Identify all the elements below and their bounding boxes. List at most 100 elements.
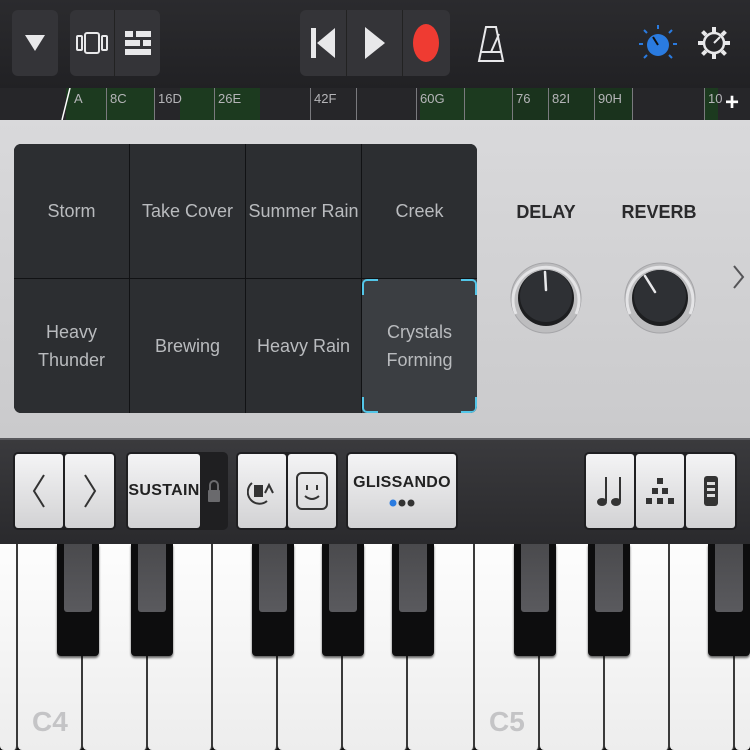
black-key-a-sharp-4[interactable] bbox=[392, 544, 434, 656]
octave-down-button[interactable] bbox=[15, 454, 63, 528]
black-key-f-sharp-5[interactable] bbox=[708, 544, 750, 656]
ruler-tick bbox=[214, 88, 215, 120]
black-key-c-sharp-5[interactable] bbox=[514, 544, 556, 656]
next-panel-chevron-icon[interactable] bbox=[729, 262, 747, 292]
ruler-tick bbox=[154, 88, 155, 120]
ruler-tick bbox=[356, 88, 357, 120]
black-key-g-sharp-4[interactable] bbox=[322, 544, 364, 656]
tracks-button-group bbox=[12, 10, 58, 76]
pad-label: Take Cover bbox=[141, 201, 234, 221]
delay-label: DELAY bbox=[516, 202, 576, 222]
glissando-button[interactable]: GLISSANDO bbox=[348, 454, 456, 528]
black-key-c-sharp-4[interactable] bbox=[57, 544, 99, 656]
tracks-view-button[interactable] bbox=[12, 10, 58, 76]
black-key-f-sharp-4[interactable] bbox=[252, 544, 294, 656]
ruler-label: 60G bbox=[420, 91, 445, 106]
sustain-button[interactable]: SUSTAIN bbox=[128, 454, 200, 528]
rewind-to-start-icon bbox=[311, 28, 335, 58]
settings-button[interactable] bbox=[696, 20, 732, 66]
pad-label: Brewing bbox=[154, 336, 221, 356]
pad-label: Creek bbox=[395, 201, 444, 221]
velocity-button[interactable] bbox=[686, 454, 735, 528]
pad-take-cover[interactable]: Take Cover bbox=[130, 144, 245, 278]
triangle-down-icon bbox=[25, 35, 45, 51]
lock-icon bbox=[208, 480, 220, 502]
view-button-group bbox=[70, 10, 160, 76]
track-view-icon bbox=[76, 32, 108, 54]
ruler-tick bbox=[416, 88, 417, 120]
keyboard-scale-button[interactable] bbox=[288, 454, 336, 528]
pad-creek[interactable]: Creek bbox=[362, 144, 477, 278]
pad-label: Heavy Rain bbox=[256, 336, 351, 356]
glissando-label: GLISSANDO bbox=[353, 474, 451, 491]
add-section-button[interactable]: + bbox=[720, 90, 744, 116]
playhead[interactable] bbox=[60, 88, 74, 120]
black-key-d-sharp-4[interactable] bbox=[131, 544, 173, 656]
ruler-label: A bbox=[74, 91, 83, 106]
pad-heavy-rain[interactable]: Heavy Rain bbox=[246, 279, 361, 413]
chords-button[interactable] bbox=[636, 454, 684, 528]
ruler-label: 90H bbox=[598, 91, 622, 106]
ruler-label: 82I bbox=[552, 91, 571, 106]
sustain-group: SUSTAIN bbox=[126, 452, 228, 530]
gear-icon bbox=[698, 27, 730, 59]
selection-corner bbox=[362, 397, 378, 413]
arpeggiator-group bbox=[236, 452, 338, 530]
notes-icon bbox=[597, 477, 621, 506]
velocity-slider-icon bbox=[703, 476, 718, 506]
key-label-c5: C5 bbox=[489, 706, 525, 737]
top-toolbar bbox=[0, 0, 750, 88]
pad-heavy-thunder[interactable]: Heavy Thunder bbox=[14, 279, 129, 413]
ruler-tick bbox=[106, 88, 107, 120]
smart-controls-button[interactable] bbox=[114, 10, 160, 76]
white-key-b3[interactable] bbox=[0, 544, 18, 750]
pad-crystals-forming[interactable]: Crystals Forming bbox=[362, 279, 477, 413]
transport-group bbox=[300, 10, 450, 76]
pad-label: Crystals Forming bbox=[386, 322, 453, 370]
ruler-tick bbox=[632, 88, 633, 120]
ruler-label: 42F bbox=[314, 91, 337, 106]
chevron-right-icon bbox=[83, 474, 96, 508]
sustain-lock-button[interactable] bbox=[202, 454, 226, 528]
selection-corner bbox=[461, 279, 477, 295]
selection-corner bbox=[461, 397, 477, 413]
ruler-tick bbox=[310, 88, 311, 120]
sustain-label: SUSTAIN bbox=[128, 482, 200, 499]
octave-group bbox=[13, 452, 116, 530]
ruler-tick bbox=[594, 88, 595, 120]
ruler-tick bbox=[512, 88, 513, 120]
pad-brewing[interactable]: Brewing bbox=[130, 279, 245, 413]
chord-dots-icon bbox=[646, 478, 674, 504]
record-icon bbox=[412, 24, 439, 62]
master-effects-button[interactable] bbox=[638, 24, 678, 64]
key-label-c4: C4 bbox=[32, 706, 68, 737]
pad-summer-rain[interactable]: Summer Rain bbox=[246, 144, 361, 278]
arpeggiator-icon bbox=[247, 482, 274, 505]
ruler-label: 16D bbox=[158, 91, 182, 106]
arpeggiator-button[interactable] bbox=[238, 454, 286, 528]
delay-knob[interactable] bbox=[508, 232, 584, 356]
piano-keyboard: C4 C5 bbox=[0, 544, 750, 750]
keyboard-mode-group bbox=[584, 452, 737, 530]
pad-storm[interactable]: Storm bbox=[14, 144, 129, 278]
black-key-d-sharp-5[interactable] bbox=[588, 544, 630, 656]
ruler-label: 76 bbox=[516, 91, 531, 106]
ruler-label: 8C bbox=[110, 91, 127, 106]
track-view-button[interactable] bbox=[70, 10, 114, 76]
ruler-tick bbox=[548, 88, 549, 120]
play-button[interactable] bbox=[346, 10, 402, 76]
timeline-ruler[interactable]: A 8C 16D 26E 42F 60G 76 82I 90H 10 bbox=[0, 88, 750, 120]
octave-up-button[interactable] bbox=[65, 454, 114, 528]
ruler-label: 26E bbox=[218, 91, 242, 106]
metronome-icon bbox=[477, 26, 505, 62]
pad-label: Summer Rain bbox=[248, 201, 359, 221]
metronome-button[interactable] bbox=[474, 22, 508, 66]
reverb-knob[interactable] bbox=[622, 232, 698, 356]
rewind-button[interactable] bbox=[300, 10, 346, 76]
play-icon bbox=[364, 27, 385, 59]
ruler-tick bbox=[464, 88, 465, 120]
smart-controls-icon bbox=[124, 31, 151, 55]
record-button[interactable] bbox=[402, 10, 448, 76]
notes-button[interactable] bbox=[586, 454, 634, 528]
pad-label: Storm bbox=[47, 201, 96, 221]
